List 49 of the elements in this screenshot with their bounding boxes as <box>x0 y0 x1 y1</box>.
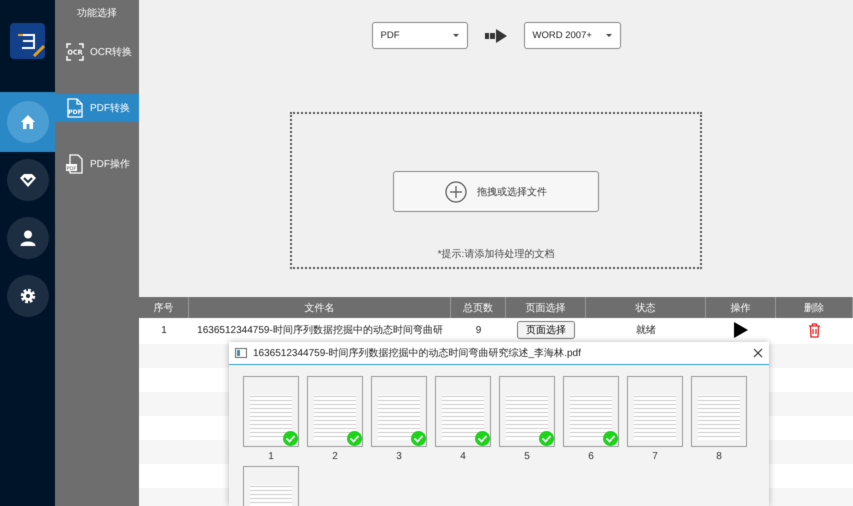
page-thumbnail[interactable] <box>307 376 363 447</box>
table-cell-text: 就绪 <box>635 324 657 338</box>
page-thumbnail[interactable] <box>627 376 683 447</box>
select-file-button[interactable]: 拖拽或选择文件 <box>393 171 599 212</box>
table-cell-text: 9 <box>474 324 482 338</box>
caret-icon <box>452 34 458 37</box>
settings-icon <box>18 287 36 305</box>
drop-zone[interactable]: 拖拽或选择文件 *提示:请添加待处理的文档 <box>290 112 702 269</box>
format-dropdown[interactable]: WORD 2007+ <box>524 22 620 49</box>
delete-icon[interactable] <box>808 322 821 338</box>
diamond-icon <box>18 171 36 189</box>
caret-icon <box>606 34 612 37</box>
page-thumbnail[interactable] <box>371 376 427 447</box>
page-thumbnail[interactable] <box>499 376 555 447</box>
dropdown-value: PDF <box>380 30 400 41</box>
dialog-title: 1636512344759-时间序列数据挖掘中的动态时间弯曲研究综述_李海林.pdf <box>253 346 582 360</box>
play-icon[interactable] <box>734 322 748 338</box>
page-thumbnail[interactable] <box>435 376 491 447</box>
page-number: 1 <box>268 451 274 462</box>
user-icon <box>18 229 36 247</box>
page-thumbnail[interactable] <box>691 376 747 447</box>
nav-button[interactable] <box>6 159 48 201</box>
dropdown-value: WORD 2007+ <box>532 30 592 41</box>
page-number: 6 <box>588 451 594 462</box>
page-thumbnail[interactable] <box>243 376 299 447</box>
function-label: PDF操作 <box>90 158 130 171</box>
page-number: 8 <box>716 451 722 462</box>
format-dropdown[interactable]: PDF <box>372 22 468 49</box>
table-cell-text: 1636512344759-时间序列数据挖掘中的动态时间弯曲研 <box>196 324 444 338</box>
nav-button[interactable] <box>6 275 48 317</box>
page-number: 2 <box>332 451 338 462</box>
panel-title: 功能选择 <box>76 6 118 20</box>
nav-button[interactable] <box>6 217 48 259</box>
page-number: 7 <box>652 451 658 462</box>
close-icon[interactable] <box>753 348 763 358</box>
home-icon <box>18 113 36 131</box>
function-label: OCR转换 <box>90 46 132 59</box>
page-number: 4 <box>460 451 466 462</box>
convert-arrow-icon <box>484 28 506 42</box>
function-label: PDF转换 <box>90 102 130 115</box>
page-select-button[interactable]: 页面选择 <box>517 321 575 339</box>
hint-text: *提示:请添加待处理的文档 <box>438 248 554 261</box>
page-number: 3 <box>396 451 402 462</box>
table-cell-text: 1 <box>160 324 168 338</box>
app-logo-icon <box>10 23 45 59</box>
page-number: 5 <box>524 451 530 462</box>
plus-circle-icon <box>445 180 467 202</box>
page-thumbnail[interactable] <box>563 376 619 447</box>
document-icon <box>235 348 247 358</box>
